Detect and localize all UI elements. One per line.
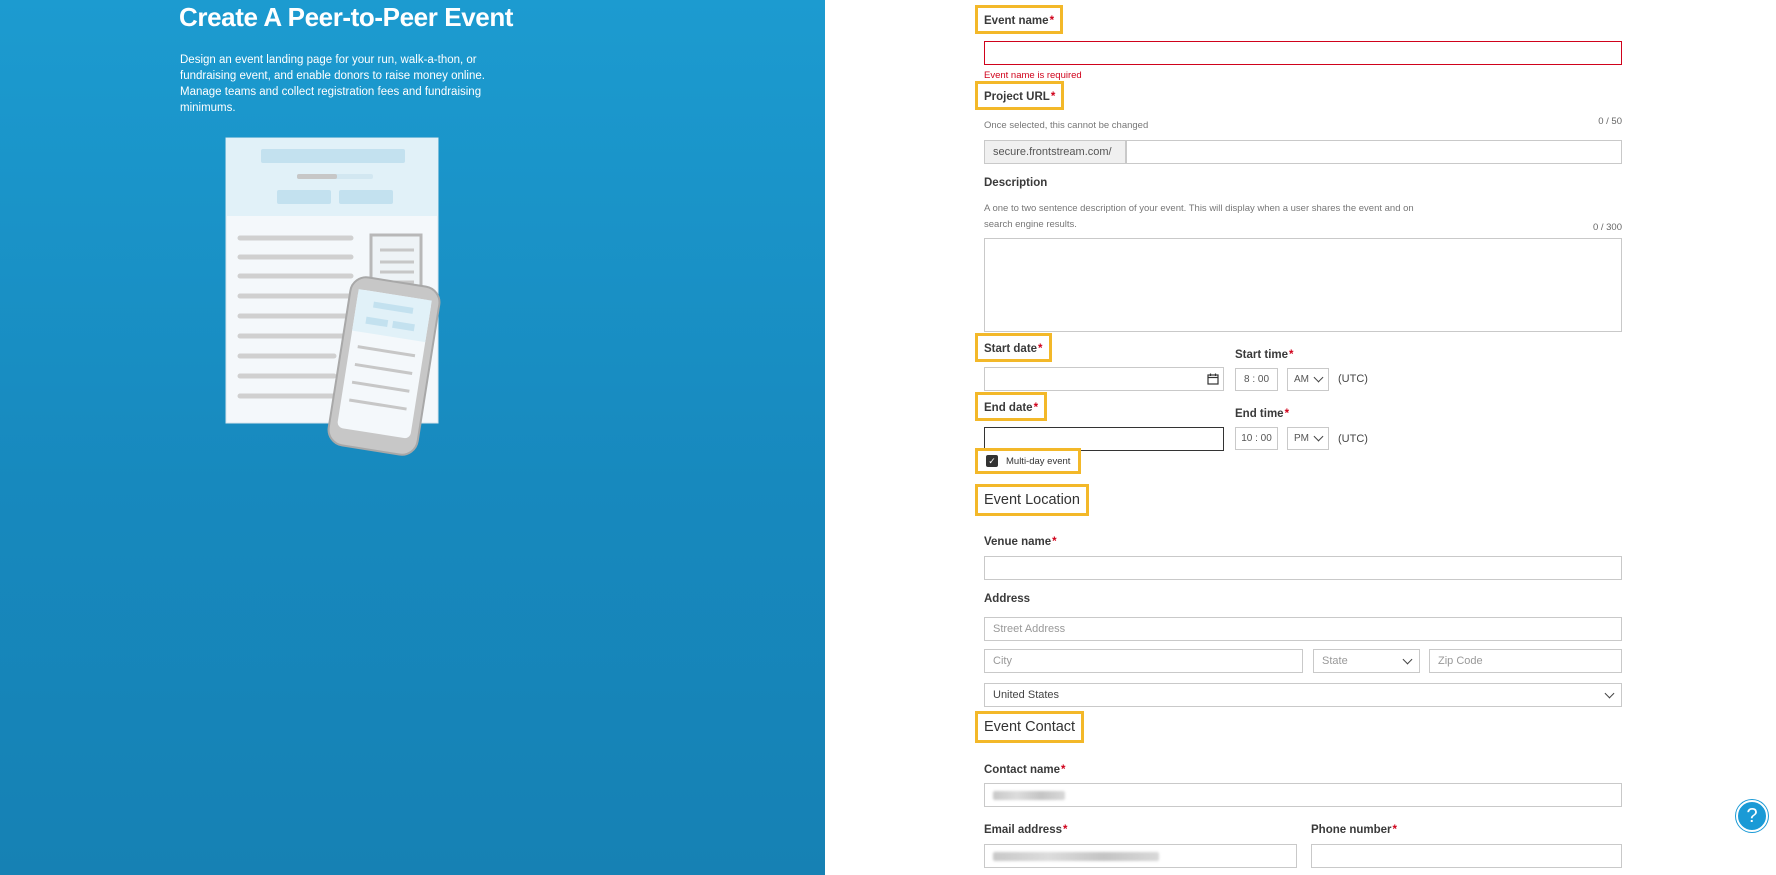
- event-name-label: Event name*: [975, 5, 1064, 34]
- description-textarea[interactable]: [984, 238, 1622, 332]
- phone-number-label: Phone number*: [1311, 824, 1397, 836]
- page-description: Design an event landing page for your ru…: [180, 54, 485, 114]
- project-url-input[interactable]: [1126, 140, 1622, 164]
- event-contact-heading: Event Contact: [975, 711, 1085, 743]
- url-prefix: secure.frontstream.com/: [984, 140, 1126, 164]
- zip-code-input[interactable]: Zip Code: [1429, 649, 1622, 673]
- multi-day-checkbox-group[interactable]: ✓ Multi-day event: [975, 448, 1082, 474]
- end-ampm-select[interactable]: PM: [1287, 427, 1329, 450]
- address-label: Address: [984, 593, 1031, 605]
- question-icon: ?: [1746, 804, 1758, 827]
- chevron-down-icon: [1313, 372, 1324, 383]
- start-time-label: Start time*: [1235, 349, 1294, 361]
- start-date-input[interactable]: [984, 367, 1224, 391]
- state-select[interactable]: State: [1313, 649, 1420, 673]
- page-title: Create A Peer-to-Peer Event: [179, 2, 514, 32]
- help-button[interactable]: ?: [1736, 800, 1768, 832]
- end-time-input[interactable]: 10 : 00: [1235, 427, 1278, 450]
- venue-name-input[interactable]: [984, 556, 1622, 580]
- city-input[interactable]: City: [984, 649, 1303, 673]
- end-date-label: End date*: [975, 392, 1048, 421]
- email-address-label: Email address*: [984, 824, 1068, 836]
- project-url-label: Project URL*: [975, 81, 1065, 110]
- start-time-input[interactable]: 8 : 00: [1235, 368, 1278, 391]
- start-ampm-select[interactable]: AM: [1287, 368, 1329, 391]
- phone-number-input[interactable]: [1311, 844, 1622, 868]
- start-date-label: Start date*: [975, 333, 1052, 362]
- email-address-input[interactable]: [984, 844, 1297, 868]
- chevron-down-icon: [1604, 688, 1615, 698]
- redacted-text: [993, 851, 1159, 861]
- street-address-input[interactable]: Street Address: [984, 617, 1622, 641]
- end-timezone: (UTC): [1338, 433, 1368, 445]
- calendar-icon[interactable]: [1207, 373, 1219, 385]
- multi-day-label: Multi-day event: [1006, 455, 1071, 467]
- description-label: Description: [984, 177, 1048, 189]
- project-url-hint: Once selected, this cannot be changed: [984, 120, 1149, 131]
- description-counter: 0 / 300: [1592, 222, 1622, 233]
- event-name-input[interactable]: [984, 41, 1622, 65]
- hero-panel: Create A Peer-to-Peer Event Design an ev…: [0, 0, 825, 875]
- start-timezone: (UTC): [1338, 373, 1368, 385]
- event-location-heading: Event Location: [975, 484, 1089, 516]
- checkbox-checked-icon[interactable]: ✓: [986, 455, 998, 467]
- chevron-down-icon: [1402, 654, 1413, 664]
- contact-name-input[interactable]: [984, 783, 1622, 807]
- chevron-down-icon: [1313, 431, 1324, 442]
- description-hint: A one to two sentence description of you…: [984, 203, 1414, 230]
- event-page-illustration: [225, 137, 441, 456]
- event-name-error: Event name is required: [984, 70, 1082, 81]
- redacted-text: [993, 790, 1065, 800]
- venue-name-label: Venue name*: [984, 536, 1057, 548]
- end-time-label: End time*: [1235, 408, 1290, 420]
- country-select[interactable]: United States: [984, 683, 1622, 707]
- project-url-counter: 0 / 50: [1598, 116, 1622, 127]
- contact-name-label: Contact name*: [984, 764, 1066, 776]
